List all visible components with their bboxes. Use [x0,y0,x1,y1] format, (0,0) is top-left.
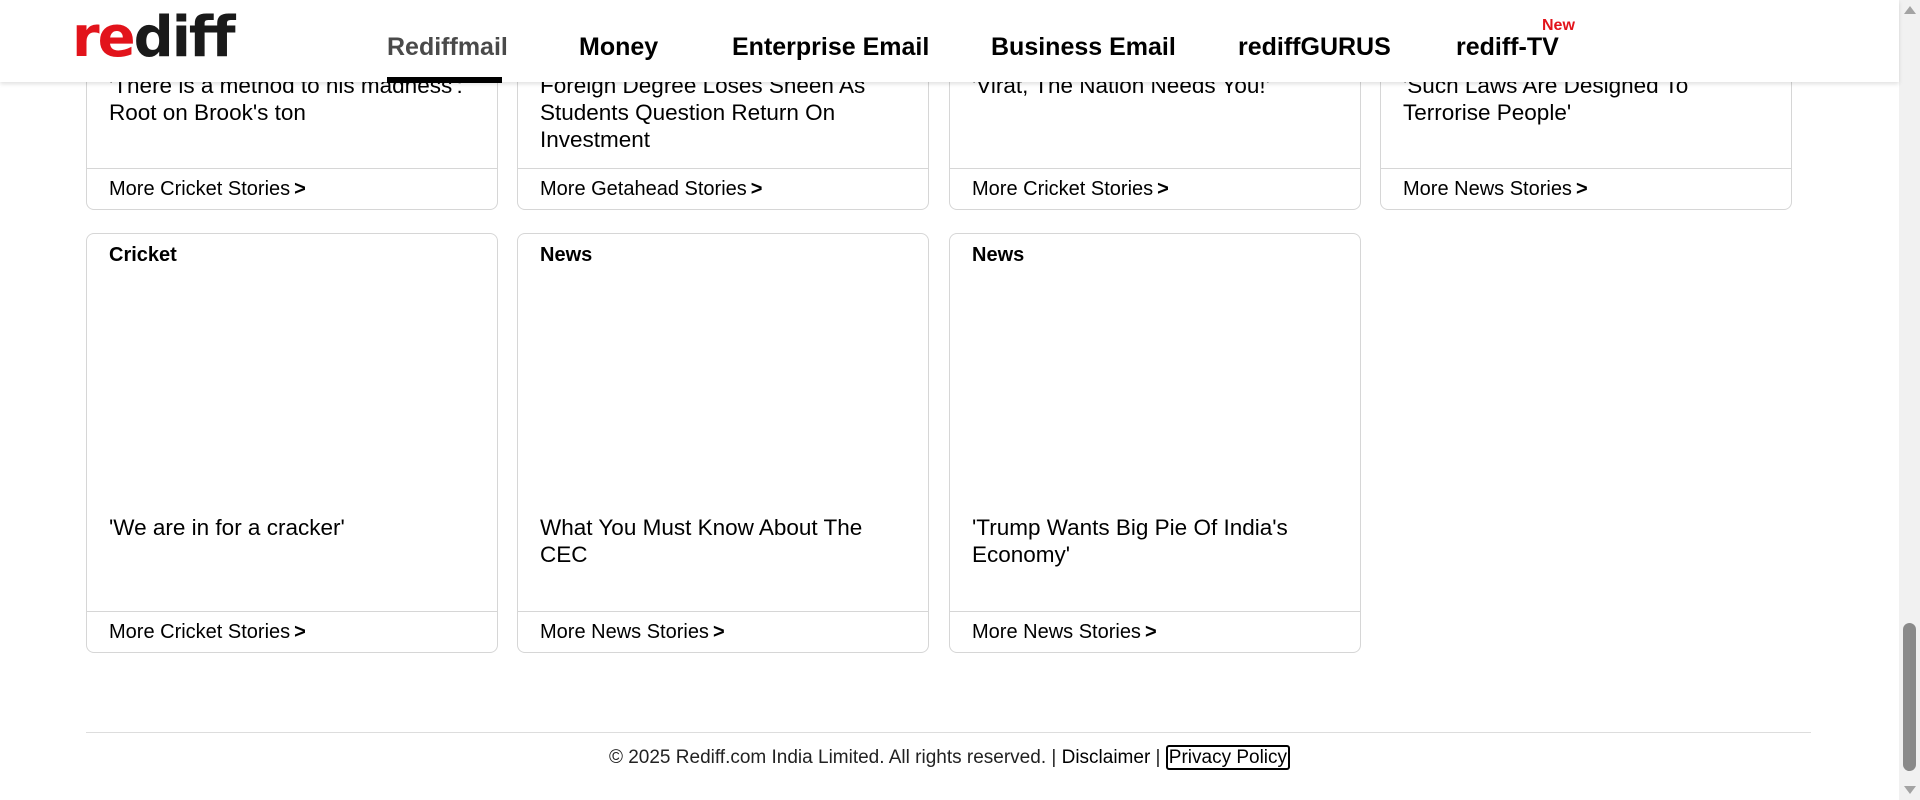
chevron-right-icon: > [1144,621,1157,643]
more-stories-link[interactable]: More News Stories > [950,611,1360,652]
rediff-logo[interactable]: rediff [72,5,236,70]
category-label: News [972,244,1025,266]
nav-rediff-tv[interactable]: rediff-TV [1456,32,1559,62]
more-stories-link[interactable]: More Cricket Stories > [950,168,1360,209]
chevron-right-icon: > [1157,178,1169,200]
nav-business-email[interactable]: Business Email [991,32,1176,62]
scroll-up-arrow-icon[interactable] [1904,6,1916,14]
new-badge: New [1542,17,1575,34]
more-stories-label: More Cricket Stories [109,178,291,200]
more-stories-link[interactable]: More Cricket Stories > [87,611,497,652]
story-headline[interactable]: 'Trump Wants Big Pie Of India's Economy' [972,514,1342,568]
footer-divider [86,732,1811,733]
category-label: News [540,244,593,266]
more-stories-label: More News Stories [972,621,1141,643]
site-header: rediff Rediffmail Money Enterprise Email… [0,0,1899,83]
story-headline[interactable]: Foreign Degree Loses Sheen As Students Q… [540,72,910,153]
story-headline[interactable]: What You Must Know About The CEC [540,514,910,568]
nav-enterprise-email[interactable]: Enterprise Email [732,32,929,62]
chevron-right-icon: > [294,621,306,643]
disclaimer-link[interactable]: Disclaimer [1062,747,1151,768]
category-label: Cricket [109,244,177,266]
nav-money[interactable]: Money [579,32,658,62]
more-stories-label: More News Stories [1403,178,1572,200]
nav-rediffgurus[interactable]: rediffGURUS [1238,32,1391,62]
chevron-right-icon: > [712,621,725,643]
story-card: Cricket 'We are in for a cracker' More C… [86,233,498,653]
chevron-right-icon: > [750,178,763,200]
scrollbar-thumb[interactable] [1903,623,1916,771]
story-headline[interactable]: 'We are in for a cracker' [109,514,479,541]
active-tab-indicator [387,77,502,83]
nav-rediffmail[interactable]: Rediffmail [387,32,508,62]
logo-part-black: diff [133,5,236,70]
story-card: News What You Must Know About The CEC Mo… [517,233,929,653]
more-stories-link[interactable]: More News Stories > [1381,168,1791,209]
more-stories-link[interactable]: More Getahead Stories > [518,168,928,209]
privacy-policy-link[interactable]: Privacy Policy [1165,745,1291,770]
more-stories-link[interactable]: More News Stories > [518,611,928,652]
more-stories-label: More Cricket Stories [972,178,1154,200]
more-stories-link[interactable]: More Cricket Stories > [87,168,497,209]
copyright-text: © 2025 Rediff.com India Limited. All rig… [608,747,1062,768]
footer-separator: | [1150,747,1166,768]
chevron-right-icon: > [294,178,306,200]
more-stories-label: More Cricket Stories [109,621,291,643]
more-stories-label: More Getahead Stories [540,178,747,200]
logo-part-red: re [72,5,136,70]
site-footer: © 2025 Rediff.com India Limited. All rig… [0,745,1899,771]
chevron-right-icon: > [1575,178,1588,200]
more-stories-label: More News Stories [540,621,709,643]
scroll-down-arrow-icon[interactable] [1904,786,1916,794]
vertical-scrollbar[interactable] [1899,0,1920,800]
story-card: News 'Trump Wants Big Pie Of India's Eco… [949,233,1361,653]
